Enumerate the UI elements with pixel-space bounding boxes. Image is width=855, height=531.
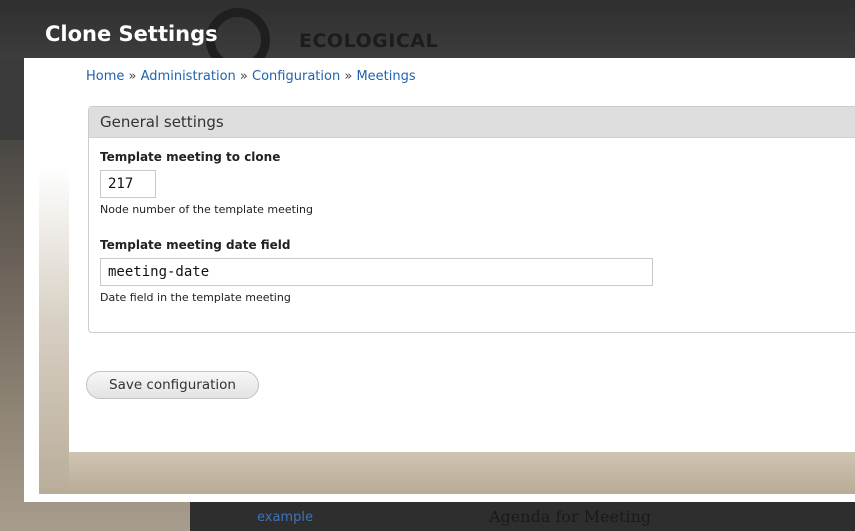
breadcrumb-separator: » xyxy=(344,69,353,84)
overlay-title: Clone Settings xyxy=(45,22,218,46)
template-meeting-description: Node number of the template meeting xyxy=(100,203,314,216)
breadcrumb-home[interactable]: Home xyxy=(86,69,124,84)
breadcrumb-separator: » xyxy=(239,69,248,84)
fieldset-legend[interactable]: General settings xyxy=(89,107,855,138)
breadcrumb-meetings[interactable]: Meetings xyxy=(356,69,415,84)
fieldset-legend-label: General settings xyxy=(100,113,224,131)
background-heading: Agenda for Meeting xyxy=(489,507,652,526)
background-link: example xyxy=(257,510,313,525)
overlay-frame-edge xyxy=(39,58,69,494)
general-settings-fieldset: General settings Template meeting to clo… xyxy=(88,106,855,333)
site-logo-text: ECOLOGICAL xyxy=(299,30,439,52)
date-field-input[interactable]: meeting-date xyxy=(100,258,653,286)
date-field-description: Date field in the template meeting xyxy=(100,291,291,304)
breadcrumb-administration[interactable]: Administration xyxy=(141,69,236,84)
breadcrumb-separator: » xyxy=(128,69,137,84)
template-meeting-input[interactable]: 217 xyxy=(100,170,156,198)
date-field-label: Template meeting date field xyxy=(100,238,291,252)
breadcrumb: Home » Administration » Configuration » … xyxy=(86,69,416,84)
template-meeting-label: Template meeting to clone xyxy=(100,150,281,164)
overlay-bottom-shade xyxy=(69,452,855,494)
save-configuration-button[interactable]: Save configuration xyxy=(86,371,259,399)
breadcrumb-configuration[interactable]: Configuration xyxy=(252,69,340,84)
